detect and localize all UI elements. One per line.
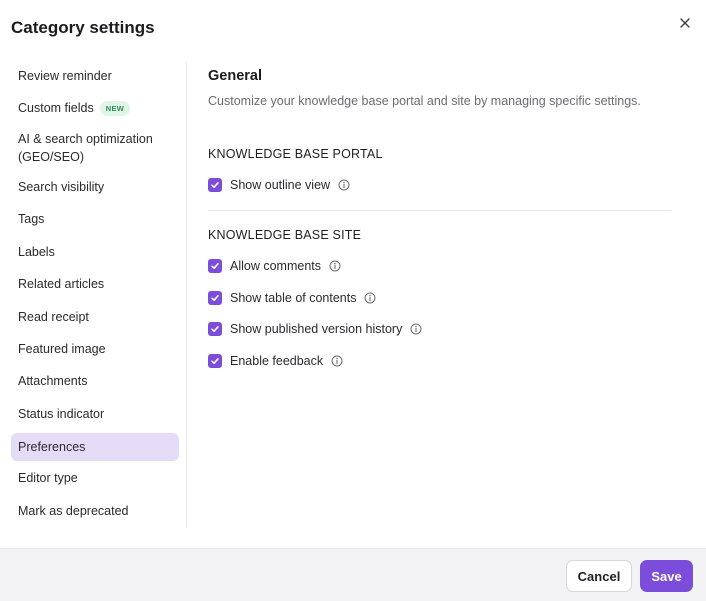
show-table-of-contents-checkbox[interactable] (208, 291, 222, 305)
sidebar-item-label: Status indicator (18, 407, 105, 421)
info-icon[interactable] (338, 179, 350, 191)
sidebar-item-label: Custom fields (18, 101, 94, 115)
modal-footer: Cancel Save (0, 548, 706, 601)
sidebar-item-related-articles[interactable]: Related articles (11, 275, 179, 293)
close-icon[interactable] (680, 18, 690, 28)
modal-title: Category settings (11, 18, 155, 37)
new-badge: NEW (99, 100, 131, 116)
checkmark-icon (211, 295, 219, 301)
info-icon[interactable] (410, 323, 422, 335)
sidebar-item-preferences[interactable]: Preferences (11, 433, 179, 461)
sidebar-item-label: Labels (18, 245, 55, 259)
sidebar-item-review-reminder[interactable]: Review reminder (11, 67, 179, 85)
sidebar-item-editor-type[interactable]: Editor type (11, 469, 179, 487)
sidebar-item-featured-image[interactable]: Featured image (11, 340, 179, 358)
show-outline-view-checkbox[interactable] (208, 178, 222, 192)
option-label: Show outline view (230, 178, 331, 192)
sidebar-item-label: Editor type (18, 471, 78, 485)
checkmark-icon (211, 182, 219, 188)
cancel-button[interactable]: Cancel (566, 560, 632, 592)
sidebar-item-mark-as-deprecated[interactable]: Mark as deprecated (11, 502, 179, 520)
group-heading-portal: KNOWLEDGE BASE PORTAL (208, 147, 383, 161)
sidebar-item-tags[interactable]: Tags (11, 210, 179, 228)
sidebar-item-label: Featured image (18, 342, 106, 356)
section-divider (208, 210, 671, 211)
info-icon[interactable] (331, 355, 343, 367)
option-allow-comments: Allow comments (208, 257, 341, 275)
option-label: Enable feedback (230, 354, 324, 368)
option-label: Allow comments (230, 259, 321, 273)
sidebar-item-label: Mark as deprecated (18, 504, 129, 518)
info-icon[interactable] (329, 260, 341, 272)
sidebar-item-custom-fields[interactable]: Custom fields NEW (11, 99, 179, 117)
checkmark-icon (211, 263, 219, 269)
enable-feedback-checkbox[interactable] (208, 354, 222, 368)
option-label: Show published version history (230, 322, 403, 336)
sidebar-item-ai-search-optimization[interactable]: AI & search optimization (GEO/SEO) (11, 130, 179, 166)
sidebar-item-label: Related articles (18, 277, 105, 291)
section-description: Customize your knowledge base portal and… (208, 94, 641, 108)
sidebar-item-label: Review reminder (18, 69, 112, 83)
info-icon[interactable] (364, 292, 376, 304)
sidebar-item-label: Tags (18, 212, 45, 226)
group-heading-site: KNOWLEDGE BASE SITE (208, 228, 362, 242)
save-button[interactable]: Save (640, 560, 693, 592)
sidebar-item-labels[interactable]: Labels (11, 243, 179, 261)
sidebar-item-status-indicator[interactable]: Status indicator (11, 405, 179, 423)
checkmark-icon (211, 358, 219, 364)
sidebar-item-label: Attachments (18, 374, 88, 388)
sidebar-item-label: Search visibility (18, 180, 105, 194)
option-label: Show table of contents (230, 291, 357, 305)
sidebar-item-label: Read receipt (18, 310, 89, 324)
sidebar-item-label: AI & search optimization (GEO/SEO) (18, 132, 153, 164)
close-button[interactable] (677, 15, 693, 31)
allow-comments-checkbox[interactable] (208, 259, 222, 273)
option-show-published-version-history: Show published version history (208, 320, 422, 338)
section-title: General (208, 68, 262, 84)
option-show-table-of-contents: Show table of contents (208, 289, 376, 307)
sidebar-item-attachments[interactable]: Attachments (11, 372, 179, 390)
sidebar-divider (186, 62, 187, 528)
show-published-version-history-checkbox[interactable] (208, 322, 222, 336)
sidebar-item-label: Preferences (18, 440, 86, 454)
option-show-outline-view: Show outline view (208, 176, 350, 194)
sidebar-item-read-receipt[interactable]: Read receipt (11, 308, 179, 326)
sidebar-item-search-visibility[interactable]: Search visibility (11, 178, 179, 196)
option-enable-feedback: Enable feedback (208, 352, 343, 370)
checkmark-icon (211, 326, 219, 332)
